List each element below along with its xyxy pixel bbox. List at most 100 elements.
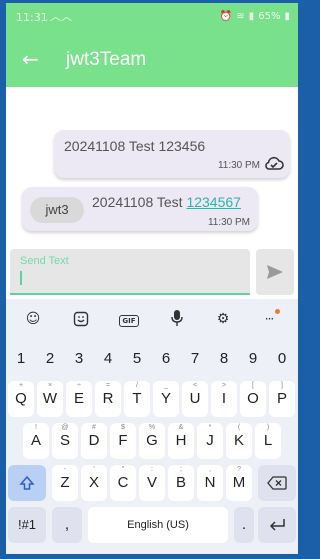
- sticker-icon[interactable]: [70, 309, 92, 329]
- key-label: T: [132, 390, 142, 407]
- enter-icon: [269, 519, 285, 531]
- chat-area[interactable]: 20241108 Test 123456 11:30 PM jwt3 20241…: [6, 87, 298, 247]
- key-7[interactable]: 7: [182, 341, 208, 377]
- key-label: M: [232, 474, 246, 491]
- key-6[interactable]: 6: [153, 341, 179, 377]
- more-icon[interactable]: ···: [258, 309, 280, 329]
- key-c[interactable]: " C: [110, 465, 136, 501]
- comma-key[interactable]: ,: [52, 507, 82, 543]
- key-hint: ×: [47, 382, 53, 389]
- key-i[interactable]: > I: [211, 381, 237, 417]
- key-label: Y: [160, 390, 171, 407]
- key-label: G: [146, 432, 158, 449]
- key-v[interactable]: :V: [139, 465, 165, 501]
- message-time: 11:30 PM: [217, 160, 260, 171]
- key-hint: _: [164, 382, 168, 389]
- key-k[interactable]: (K: [226, 423, 252, 459]
- alarm-icon: ⏰: [219, 11, 233, 22]
- mic-icon[interactable]: [166, 309, 188, 329]
- key-3[interactable]: 3: [66, 341, 92, 377]
- page-title: jwt3Team: [66, 49, 147, 70]
- notification-dot: [275, 309, 280, 314]
- status-icons: ⏰ ≋ ▮ 65% ▮: [220, 11, 290, 22]
- key-t[interactable]: / T: [124, 381, 150, 417]
- incoming-message[interactable]: jwt3 20241108 Test 1234567 11:30 PM: [22, 187, 258, 231]
- key-hint: ": [121, 466, 125, 473]
- cloud-check-icon: [265, 156, 284, 170]
- message-text: 20241108 Test 1234567: [92, 194, 241, 210]
- settings-icon[interactable]: ⚙: [212, 309, 234, 329]
- key-n[interactable]: ,N: [197, 465, 223, 501]
- key-q[interactable]: + Q: [8, 381, 34, 417]
- send-button[interactable]: [256, 249, 294, 295]
- key-label: O: [247, 390, 259, 407]
- key-label: N: [204, 474, 216, 491]
- key-9[interactable]: 9: [240, 341, 266, 377]
- key-s[interactable]: @ S: [52, 423, 78, 459]
- key-b[interactable]: ; B: [168, 465, 194, 501]
- outgoing-message[interactable]: 20241108 Test 123456 11:30 PM: [54, 130, 290, 178]
- key-m[interactable]: ? M: [226, 465, 252, 501]
- key-e[interactable]: ÷ E: [66, 381, 92, 417]
- key-label: B: [175, 474, 186, 491]
- key-w[interactable]: × W: [37, 381, 63, 417]
- key-hint: ÷: [77, 382, 81, 389]
- send-text-input[interactable]: Send Text: [10, 249, 250, 295]
- key-r[interactable]: = R: [95, 381, 121, 417]
- key-0[interactable]: 0: [269, 341, 295, 377]
- key-label: E: [73, 390, 84, 407]
- key-8[interactable]: 8: [211, 341, 237, 377]
- key-hint: *: [208, 424, 212, 431]
- emoji-icon[interactable]: ☺: [22, 309, 44, 329]
- key-label: A: [30, 432, 41, 449]
- key-label: V: [146, 474, 157, 491]
- back-arrow-icon[interactable]: ←: [22, 47, 39, 71]
- signal-icon: ▮: [248, 11, 255, 22]
- battery-icon: ▮: [284, 11, 290, 22]
- key-g[interactable]: % G: [139, 423, 165, 459]
- key-label: Z: [60, 474, 70, 491]
- key-hint: ;: [180, 466, 182, 473]
- key-y[interactable]: _ Y: [153, 381, 179, 417]
- key-1[interactable]: 1: [8, 341, 34, 377]
- key-a[interactable]: ! A: [23, 423, 49, 459]
- key-z[interactable]: -Z: [52, 465, 78, 501]
- key-f[interactable]: $ F: [110, 423, 136, 459]
- enter-key[interactable]: [258, 507, 296, 543]
- key-j[interactable]: * J: [197, 423, 223, 459]
- message-link[interactable]: 1234567: [186, 194, 241, 210]
- backspace-key[interactable]: [258, 465, 296, 501]
- message-time: 11:30 PM: [207, 217, 250, 228]
- gif-icon[interactable]: GIF: [118, 309, 140, 329]
- key-o[interactable]: [O: [240, 381, 266, 417]
- key-hint: $: [121, 424, 125, 431]
- key-hint: <: [192, 382, 198, 389]
- space-key[interactable]: English (US): [88, 507, 228, 543]
- key-x[interactable]: ' X: [81, 465, 107, 501]
- key-p[interactable]: ] P: [269, 381, 295, 417]
- key-l[interactable]: ) L: [255, 423, 281, 459]
- key-hint: -: [63, 466, 67, 473]
- message-text: 20241108 Test 123456: [64, 138, 206, 154]
- key-label: H: [175, 432, 187, 449]
- key-hint: ?: [237, 466, 241, 473]
- key-label: Q: [15, 390, 27, 407]
- key-5[interactable]: 5: [124, 341, 150, 377]
- shift-key[interactable]: [8, 465, 46, 501]
- key-hint: ]: [281, 382, 283, 389]
- keyboard: ☺ GIF ⚙ ··· 1 2 3 4 5 6 7 8 9 0 + Q × W …: [6, 299, 298, 554]
- key-label: J: [206, 432, 214, 449]
- key-hint: #: [92, 424, 96, 431]
- symbols-key[interactable]: !#1: [8, 507, 46, 543]
- key-label: W: [42, 390, 58, 407]
- composer: Send Text: [6, 247, 298, 299]
- period-key[interactable]: .: [234, 507, 254, 543]
- shift-icon: [19, 475, 35, 490]
- key-h[interactable]: & H: [168, 423, 194, 459]
- key-2[interactable]: 2: [37, 341, 63, 377]
- message-text-plain: 20241108 Test: [92, 194, 187, 210]
- key-u[interactable]: < U: [182, 381, 208, 417]
- key-d[interactable]: # D: [81, 423, 107, 459]
- key-4[interactable]: 4: [95, 341, 121, 377]
- key-label: P: [276, 390, 287, 407]
